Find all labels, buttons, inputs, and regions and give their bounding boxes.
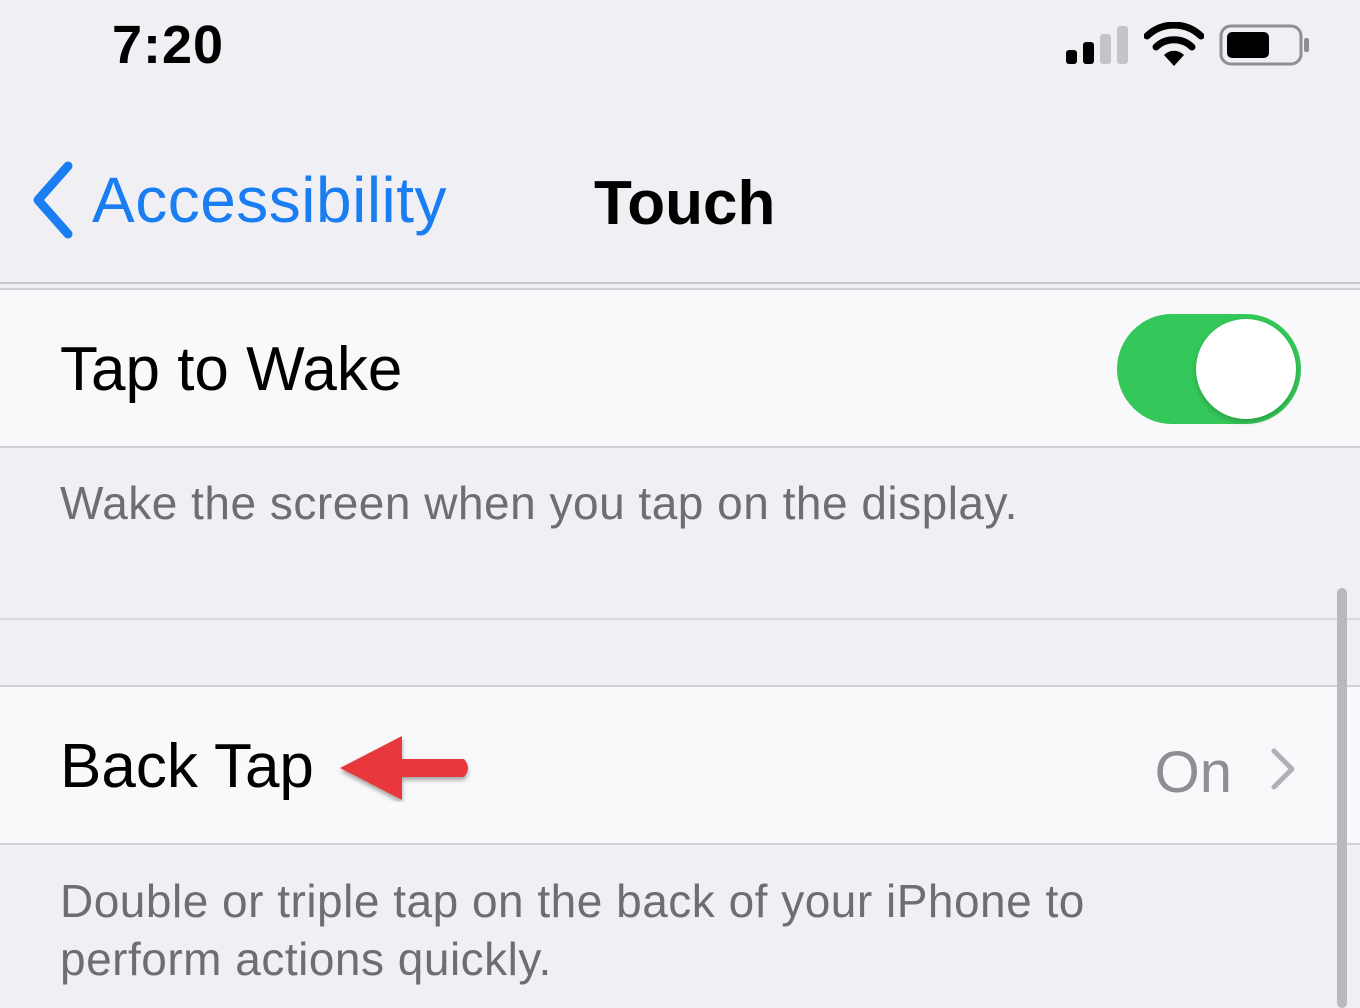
cellular-signal-icon xyxy=(1066,26,1128,64)
back-tap-footer: Double or triple tap on the back of your… xyxy=(60,875,1085,985)
chevron-right-icon xyxy=(1271,748,1295,790)
red-arrow-icon xyxy=(340,736,468,800)
section-divider xyxy=(0,618,1360,620)
scroll-indicator[interactable] xyxy=(1337,588,1347,1008)
back-tap-label: Back Tap xyxy=(60,732,314,801)
back-tap-cell[interactable]: Back Tap On xyxy=(0,685,1360,845)
status-bar: 7:20 xyxy=(0,0,1360,100)
tap-to-wake-toggle[interactable] xyxy=(1117,314,1301,424)
tap-to-wake-cell: Tap to Wake xyxy=(0,288,1360,448)
tap-to-wake-label: Tap to Wake xyxy=(60,335,403,404)
navigation-bar: Accessibility Touch xyxy=(0,100,1360,284)
battery-icon xyxy=(1219,24,1309,66)
page-title: Touch xyxy=(594,169,776,238)
back-button-label: Accessibility xyxy=(92,164,448,236)
back-button[interactable]: Accessibility xyxy=(28,160,447,240)
status-time: 7:20 xyxy=(112,15,225,75)
chevron-left-icon xyxy=(33,161,73,239)
tap-to-wake-footer: Wake the screen when you tap on the disp… xyxy=(60,477,1018,529)
wifi-icon xyxy=(1144,22,1204,66)
back-tap-value: On xyxy=(1154,740,1232,805)
toggle-knob xyxy=(1196,319,1296,419)
touch-settings-screen: 7:20 Accessibility Touch Tap to Wake Wak… xyxy=(0,0,1360,1008)
